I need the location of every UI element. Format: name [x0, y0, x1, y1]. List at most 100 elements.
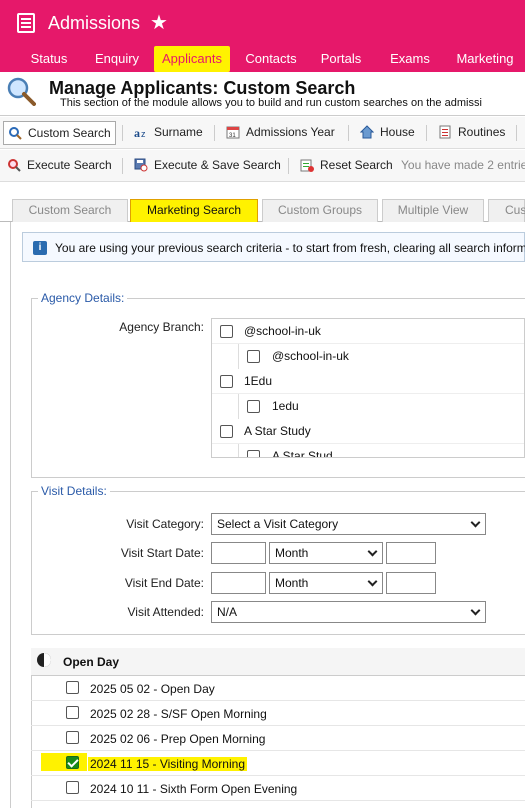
custom-search-label: Custom Search: [28, 126, 111, 140]
nav-portals[interactable]: Portals: [312, 46, 370, 72]
open-day-item[interactable]: 2025 02 28 - S/SF Open Morning: [31, 701, 525, 726]
document-icon: [439, 125, 451, 139]
nav-exams[interactable]: Exams: [382, 46, 438, 72]
open-day-checkbox[interactable]: [66, 731, 79, 744]
admissions-year-label: Admissions Year: [246, 125, 335, 139]
tab-marketing-search[interactable]: Marketing Search: [130, 199, 258, 222]
reset-search-label: Reset Search: [320, 158, 393, 172]
text-az-icon: az: [134, 126, 146, 139]
svg-text:31: 31: [229, 133, 236, 139]
visit-attended-value: N/A: [217, 605, 238, 619]
reset-icon: [300, 159, 314, 172]
open-day-label: 2024 11 15 - Visiting Morning: [88, 757, 247, 771]
open-day-checkbox[interactable]: [66, 781, 79, 794]
branch-checkbox[interactable]: [247, 400, 260, 413]
execute-search-button[interactable]: Execute Search: [3, 154, 112, 178]
execute-save-search-label: Execute & Save Search: [154, 158, 281, 172]
reset-search-button[interactable]: Reset Search: [296, 154, 393, 178]
open-day-label: 2024 10 11 - Sixth Form Open Evening: [90, 782, 298, 796]
visit-end-month-select[interactable]: Month: [269, 572, 383, 594]
branch-checkbox[interactable]: [247, 450, 260, 457]
calendar-icon: 31: [226, 126, 240, 139]
branch-name: A Star Stud: [272, 449, 333, 458]
open-day-label: 2025 02 06 - Prep Open Morning: [90, 732, 266, 746]
agency-group[interactable]: 1Edu: [212, 369, 524, 394]
search-tabs: Custom Search Marketing Search Custom Gr…: [0, 194, 525, 222]
agency-branch-item[interactable]: 1edu: [212, 394, 524, 419]
open-day-title: Open Day: [63, 655, 120, 669]
visit-end-month-value: Month: [275, 576, 309, 590]
agency-group[interactable]: @school-in-uk: [212, 319, 524, 344]
custom-search-button[interactable]: Custom Search: [3, 121, 116, 145]
page-title: Manage Applicants: Custom Search: [49, 78, 356, 98]
magnifier-icon: [7, 77, 36, 106]
search-type-toolbar: Custom Search az Surname 31 Admissions Y…: [0, 117, 525, 149]
info-banner: i You are using your previous search cri…: [22, 232, 525, 262]
agency-name: 1Edu: [244, 374, 273, 388]
save-search-icon: [134, 158, 148, 172]
chevron-down-icon: [470, 517, 481, 528]
branch-name: 1edu: [272, 399, 299, 413]
visit-start-year-input[interactable]: [386, 542, 436, 564]
highlight-mark: [41, 753, 87, 771]
page-header: Manage Applicants: Custom Search This se…: [0, 72, 525, 116]
visit-start-day-input[interactable]: [211, 542, 266, 564]
search-icon: [9, 127, 22, 140]
agency-details-legend: Agency Details:: [38, 291, 128, 305]
open-day-checkbox[interactable]: [66, 681, 79, 694]
routines-button[interactable]: Routines: [434, 121, 505, 145]
visit-start-month-select[interactable]: Month: [269, 542, 383, 564]
visit-end-day-input[interactable]: [211, 572, 266, 594]
visit-attended-select[interactable]: N/A: [211, 601, 486, 623]
yin-yang-icon: [37, 653, 51, 667]
chevron-down-icon: [470, 605, 481, 616]
admissions-year-button[interactable]: 31 Admissions Year: [222, 121, 335, 145]
agency-branch-label: Agency Branch:: [119, 320, 204, 334]
tab-more[interactable]: Cus: [488, 199, 525, 222]
toolbar-divider: [348, 125, 349, 141]
toolbar-divider: [122, 125, 123, 141]
nav-contacts[interactable]: Contacts: [238, 46, 304, 72]
open-day-item[interactable]: 2025 05 02 - Open Day: [31, 676, 525, 701]
nav-enquiry[interactable]: Enquiry: [88, 46, 146, 72]
nav-applicants[interactable]: Applicants: [154, 46, 230, 72]
surname-button[interactable]: az Surname: [130, 121, 203, 145]
open-day-item[interactable]: 2024 11 15 - Visiting Morning: [31, 751, 525, 776]
tab-custom-groups[interactable]: Custom Groups: [262, 199, 378, 222]
branch-checkbox[interactable]: [247, 350, 260, 363]
main-nav: Status Enquiry Applicants Contacts Porta…: [0, 46, 525, 72]
toolbar-divider: [214, 125, 215, 141]
visit-end-date-label: Visit End Date:: [124, 576, 204, 590]
open-day-label: 2025 05 02 - Open Day: [90, 682, 215, 696]
agency-group[interactable]: A Star Study: [212, 419, 524, 444]
surname-label: Surname: [154, 125, 203, 139]
house-icon: [360, 125, 374, 139]
agency-checkbox[interactable]: [220, 425, 233, 438]
visit-category-select[interactable]: Select a Visit Category: [211, 513, 486, 535]
agency-branch-item[interactable]: @school-in-uk: [212, 344, 524, 369]
open-day-checkbox[interactable]: [66, 706, 79, 719]
agency-name: A Star Study: [244, 424, 311, 438]
visit-end-year-input[interactable]: [386, 572, 436, 594]
agency-checkbox[interactable]: [220, 375, 233, 388]
top-bar: Admissions ★ Status Enquiry Applicants C…: [0, 0, 525, 72]
execute-search-label: Execute Search: [27, 158, 112, 172]
house-button[interactable]: House: [356, 121, 415, 145]
open-day-item[interactable]: 2025 02 06 - Prep Open Morning: [31, 726, 525, 751]
house-label: House: [380, 125, 415, 139]
open-day-header[interactable]: Open Day: [31, 648, 525, 676]
agency-checkbox[interactable]: [220, 325, 233, 338]
open-day-item[interactable]: 2024 10 11 - Sixth Form Open Evening: [31, 776, 525, 801]
execute-save-search-button[interactable]: Execute & Save Search: [130, 154, 281, 178]
tab-multiple-view[interactable]: Multiple View: [382, 199, 484, 222]
nav-status[interactable]: Status: [22, 46, 76, 72]
agency-branch-list: @school-in-uk @school-in-uk 1Edu 1edu A …: [211, 318, 525, 458]
agency-branch-item[interactable]: A Star Stud: [212, 444, 524, 458]
favourite-star-icon[interactable]: ★: [150, 10, 168, 35]
chevron-down-icon: [367, 576, 378, 587]
open-day-checkbox-checked[interactable]: [66, 756, 79, 769]
tab-custom-search[interactable]: Custom Search: [12, 199, 128, 222]
app-title: Admissions: [48, 13, 141, 33]
open-day-label: 2025 02 28 - S/SF Open Morning: [90, 707, 267, 721]
nav-marketing[interactable]: Marketing: [448, 46, 522, 72]
